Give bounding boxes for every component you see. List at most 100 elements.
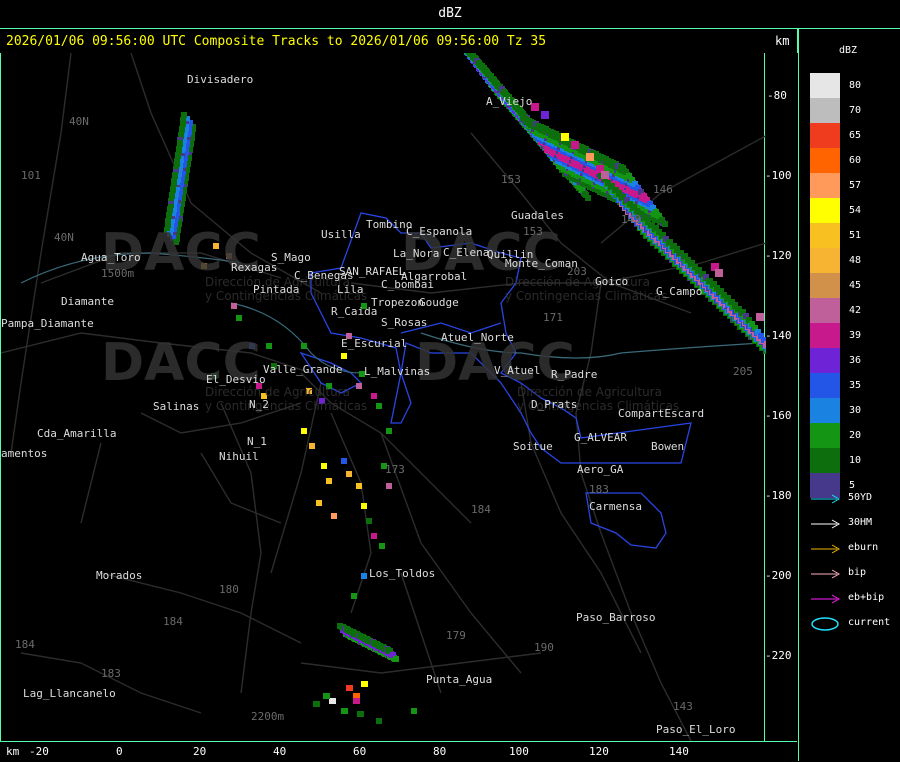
color-swatch <box>810 148 840 173</box>
radar-echo <box>366 518 372 524</box>
place-label: Pintada <box>253 283 300 296</box>
color-swatch <box>810 423 840 448</box>
color-swatch <box>810 223 840 248</box>
place-label: 40N <box>69 115 89 128</box>
radar-echo <box>715 269 723 277</box>
place-label: 153 <box>501 173 521 186</box>
color-swatch <box>810 298 840 323</box>
color-swatch-label: 36 <box>849 355 862 366</box>
x-tick: 20 <box>193 745 207 758</box>
radar-echo <box>371 393 377 399</box>
place-label: Soitue <box>513 440 553 453</box>
place-label: 179 <box>446 629 466 642</box>
place-label: Usilla <box>321 228 361 241</box>
place-label: G_Campo <box>656 285 703 298</box>
color-swatch-label: 35 <box>849 380 862 391</box>
radar-echo <box>571 141 579 149</box>
y-tick: -80 <box>767 89 787 102</box>
radar-echo <box>561 133 569 141</box>
x-tick: 140 <box>669 745 689 758</box>
color-swatch <box>810 98 840 123</box>
place-label: Los_Toldos <box>369 567 436 580</box>
radar-echo <box>393 656 399 662</box>
color-swatch-label: 51 <box>849 230 862 241</box>
place-label: Algarrobal <box>401 270 468 283</box>
place-label: CompartEscard <box>618 407 705 420</box>
place-label: C_Elena <box>443 246 490 259</box>
place-label: Punta_Agua <box>426 673 493 686</box>
color-swatch-label: 39 <box>849 330 862 341</box>
color-swatch-label: 80 <box>849 80 862 91</box>
radar-echo <box>361 573 367 579</box>
road-line <box>200 452 282 524</box>
radar-echo <box>376 718 382 724</box>
radar-echo <box>541 111 549 119</box>
color-swatch <box>810 323 840 348</box>
color-swatch <box>810 248 840 273</box>
legend-panel: dBZ 80 70 65 60 57 54 51 48 45 42 39 36 35 30 20 10 5 50… <box>798 29 900 761</box>
track-legend-label: 30HM <box>848 517 873 528</box>
watermark-line2: y Contingencias Climáticas <box>505 289 668 303</box>
color-swatch <box>810 123 840 148</box>
radar-echo <box>586 153 594 161</box>
place-label: Tropezon <box>371 296 424 309</box>
place-label: Guadales <box>511 209 564 222</box>
color-swatch-label: 45 <box>849 280 862 291</box>
current-ellipse-icon <box>811 617 839 631</box>
place-label: 148 <box>621 213 641 226</box>
place-label: N_1 <box>247 435 267 448</box>
color-swatch <box>810 173 840 198</box>
radar-echo <box>411 708 417 714</box>
y-tick: -100 <box>765 169 792 182</box>
place-label: 101 <box>21 169 41 182</box>
road-line <box>10 53 72 454</box>
place-label: 1500m <box>101 267 135 280</box>
radar-echo <box>321 463 327 469</box>
place-label: V_Atuel <box>494 364 541 377</box>
watermark-line1: Dirección de Agricultura <box>205 385 350 399</box>
radar-echo <box>353 698 360 704</box>
place-label: 184 <box>471 503 491 516</box>
place-label: G_ALVEAR <box>574 431 627 444</box>
radar-echo <box>601 171 609 179</box>
radar-echo <box>313 701 320 707</box>
place-label: 184 <box>163 615 183 628</box>
place-label: La_Nora <box>393 247 440 260</box>
place-label: Valle_Grande <box>263 363 343 376</box>
radar-map[interactable]: DACC Dirección de Agricultura y Continge… <box>0 53 766 741</box>
radar-echo <box>356 483 362 489</box>
place-label: Atuel_Norte <box>441 331 514 344</box>
place-label: Carmensa <box>589 500 642 513</box>
color-swatch <box>810 348 840 373</box>
place-label: N_2 <box>249 398 269 411</box>
place-label: Salinas <box>153 400 200 413</box>
color-swatch-label: 10 <box>849 455 862 466</box>
x-tick: 80 <box>433 745 447 758</box>
radar-echo <box>231 303 237 309</box>
road-line <box>300 652 542 674</box>
place-label: A_Viejo <box>486 95 533 108</box>
place-label: 180 <box>219 583 239 596</box>
radar-echo <box>301 428 307 434</box>
place-label: S_Mago <box>271 251 311 264</box>
y-tick: -160 <box>765 409 792 422</box>
color-swatch <box>810 373 840 398</box>
place-label: C_Benegas <box>294 269 354 282</box>
road-line <box>20 652 202 714</box>
x-tick: -20 <box>29 745 49 758</box>
watermark-line2: y Contingencias Climáticas <box>205 399 368 413</box>
track-arrow-icon <box>811 594 841 604</box>
place-label: R_Caida <box>331 305 378 318</box>
y-tick: -140 <box>765 329 792 342</box>
map-header: 2026/01/06 09:56:00 UTC Composite Tracks… <box>0 29 798 53</box>
place-label: C_Espanola <box>406 225 473 238</box>
color-swatch-label: 42 <box>849 305 862 316</box>
radar-echo <box>371 533 377 539</box>
color-swatch <box>810 448 840 473</box>
radar-echo <box>386 483 392 489</box>
color-swatch-label: 57 <box>849 180 862 191</box>
radar-echo <box>266 343 272 349</box>
timestamp-caption: 2026/01/06 09:56:00 UTC Composite Tracks… <box>6 34 547 49</box>
watermark-line1: Dirección de Agricultura <box>517 385 662 399</box>
place-label: Pampa_Diamante <box>1 317 94 330</box>
